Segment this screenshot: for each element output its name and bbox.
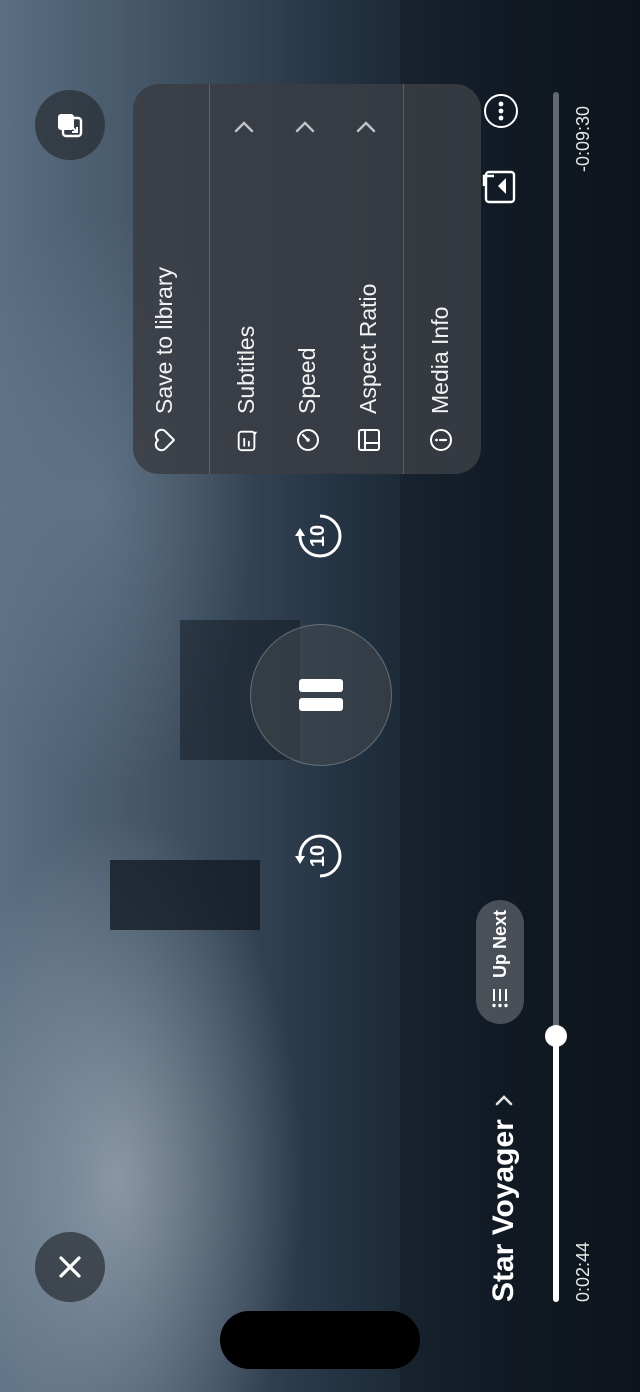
rewind-seconds: 10: [307, 844, 329, 868]
menu-item-save-to-library[interactable]: Save to library: [133, 84, 193, 474]
close-button[interactable]: [35, 1232, 105, 1302]
menu-item-label: Subtitles: [233, 325, 259, 414]
menu-item-aspect-ratio[interactable]: Aspect Ratio: [339, 84, 399, 474]
chevron-right-icon: [495, 1095, 513, 1106]
video-player-screen: Save to library Subtitles Speed Aspect R…: [0, 0, 640, 1392]
menu-item-label: Aspect Ratio: [355, 283, 381, 414]
subtitles-icon: [235, 428, 259, 452]
info-icon: [429, 428, 453, 452]
pause-icon: [299, 679, 343, 711]
progress-track[interactable]: [545, 92, 567, 1302]
menu-item-media-info[interactable]: Media Info: [411, 84, 471, 474]
up-next-label: Up Next: [489, 909, 510, 978]
video-title: Star Voyager: [487, 1119, 520, 1302]
chevron-right-icon: [295, 121, 315, 133]
progress-fill: [553, 1035, 559, 1302]
menu-divider: [403, 84, 404, 474]
forward-button[interactable]: 10: [294, 510, 346, 562]
pip-button[interactable]: [35, 90, 105, 160]
close-icon: [59, 1256, 81, 1278]
menu-divider: [209, 84, 210, 474]
rewind-button[interactable]: 10: [294, 830, 346, 882]
speed-icon: [296, 428, 320, 452]
heart-icon: [153, 428, 177, 452]
menu-item-subtitles[interactable]: Subtitles: [217, 84, 277, 474]
more-options-icon: [498, 101, 504, 121]
chevron-right-icon: [234, 121, 254, 133]
menu-item-speed[interactable]: Speed: [278, 84, 338, 474]
camera-cutout: [220, 1311, 420, 1369]
pause-button[interactable]: [250, 624, 392, 766]
menu-item-label: Save to library: [151, 266, 177, 414]
menu-item-label: Speed: [294, 347, 320, 414]
progress-thumb[interactable]: [545, 1024, 567, 1047]
forward-seconds: 10: [307, 524, 329, 548]
menu-item-label: Media Info: [427, 306, 453, 414]
camera-button[interactable]: [480, 166, 520, 206]
chevron-right-icon: [356, 121, 376, 133]
video-camera-icon: [482, 170, 516, 204]
picture-in-picture-icon: [58, 114, 83, 138]
aspect-ratio-icon: [357, 428, 381, 452]
list-icon: [492, 989, 508, 1008]
up-next-button[interactable]: Up Next: [476, 900, 524, 1024]
more-button[interactable]: [484, 94, 518, 128]
elapsed-time: 0:02:44: [573, 1241, 593, 1302]
remaining-time: -0:09:30: [573, 105, 593, 172]
video-title-link[interactable]: Star Voyager: [484, 1089, 524, 1302]
options-menu: Save to library Subtitles Speed Aspect R…: [133, 84, 481, 474]
